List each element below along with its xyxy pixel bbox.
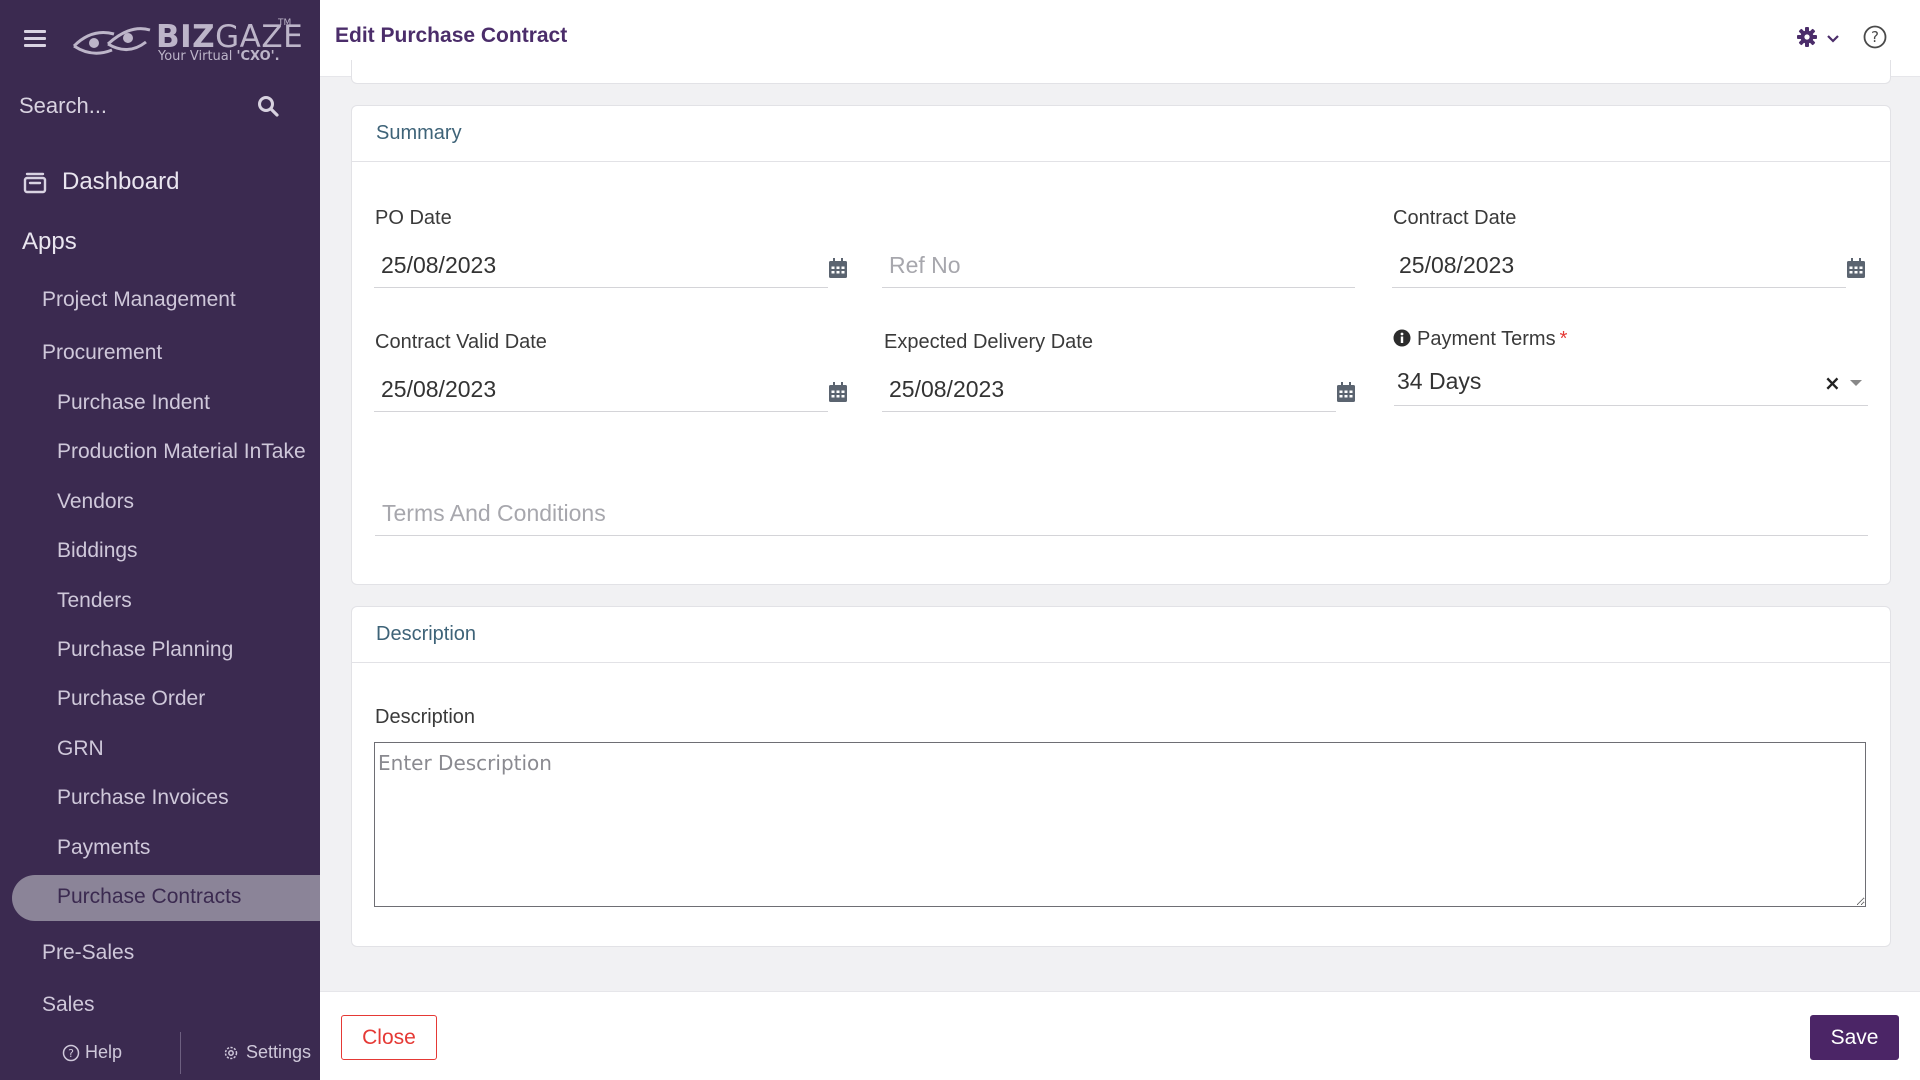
po-date-label: PO Date xyxy=(375,207,452,229)
contract-valid-date-input[interactable] xyxy=(374,368,828,412)
nav-biddings[interactable]: Biddings xyxy=(57,539,138,563)
sidebar-help-label: Help xyxy=(85,1042,123,1062)
nav-dashboard-label: Dashboard xyxy=(62,168,180,195)
po-date-input[interactable] xyxy=(374,244,828,288)
description-section-title: Description xyxy=(376,623,477,645)
summary-section-title: Summary xyxy=(376,122,462,144)
payment-terms-label-text: Payment Terms xyxy=(1417,328,1556,350)
summary-section-header: Summary xyxy=(352,106,1890,162)
nav-tenders[interactable]: Tenders xyxy=(57,589,132,613)
ref-no-input[interactable] xyxy=(882,244,1355,288)
sidebar-settings-link[interactable]: Settings xyxy=(222,1042,311,1063)
required-asterisk: * xyxy=(1559,328,1568,350)
sidebar-help-link[interactable]: ? Help xyxy=(62,1042,122,1063)
description-label: Description xyxy=(375,706,476,728)
nav-purchase-planning[interactable]: Purchase Planning xyxy=(57,638,233,662)
sidebar-footer-divider xyxy=(180,1032,181,1074)
main-content: Edit Purchase Contract ? Summary PO Date… xyxy=(320,0,1920,1080)
description-textarea[interactable] xyxy=(374,742,1866,907)
page-title: Edit Purchase Contract xyxy=(335,24,568,47)
sidebar-settings-label: Settings xyxy=(246,1042,312,1062)
nav-dashboard[interactable]: Dashboard xyxy=(22,164,179,200)
logo-trademark: TM xyxy=(278,18,292,28)
contract-date-input[interactable] xyxy=(1392,244,1846,288)
nav-vendors[interactable]: Vendors xyxy=(57,490,134,514)
po-date-calendar-icon[interactable] xyxy=(828,257,848,279)
nav-purchase-indent[interactable]: Purchase Indent xyxy=(57,391,210,415)
help-icon[interactable]: ? xyxy=(1862,24,1888,50)
nav-payments[interactable]: Payments xyxy=(57,836,150,860)
description-section-header: Description xyxy=(352,607,1890,663)
menu-toggle-icon[interactable] xyxy=(24,30,46,48)
contract-valid-date-label: Contract Valid Date xyxy=(375,331,547,353)
nav-purchase-order[interactable]: Purchase Order xyxy=(57,687,205,711)
dashboard-icon xyxy=(23,172,47,194)
nav-grn[interactable]: GRN xyxy=(57,737,104,761)
info-icon[interactable] xyxy=(1393,329,1411,347)
dropdown-caret-icon[interactable] xyxy=(1850,380,1862,386)
nav-purchase-contracts[interactable]: Purchase Contracts xyxy=(57,885,241,909)
clear-selection-icon[interactable]: × xyxy=(1824,371,1841,395)
help-circle-icon: ? xyxy=(62,1044,80,1061)
contract-date-calendar-icon[interactable] xyxy=(1846,257,1866,279)
logo-eyes-icon xyxy=(72,27,151,55)
nav-purchase-invoices[interactable]: Purchase Invoices xyxy=(57,786,229,810)
gear-icon xyxy=(1797,27,1817,47)
form-footer: Close Save xyxy=(320,991,1920,1080)
svg-text:?: ? xyxy=(68,1047,74,1060)
search-icon[interactable] xyxy=(256,94,280,118)
expected-delivery-date-calendar-icon[interactable] xyxy=(1336,381,1356,403)
page-settings-button[interactable] xyxy=(1796,26,1842,52)
sidebar-search-input[interactable] xyxy=(19,86,249,126)
svg-text:?: ? xyxy=(1871,28,1879,46)
close-button[interactable]: Close xyxy=(341,1015,437,1060)
chevron-down-icon xyxy=(1827,35,1839,43)
contract-valid-date-calendar-icon[interactable] xyxy=(828,381,848,403)
sidebar-search xyxy=(19,86,284,126)
expected-delivery-date-label: Expected Delivery Date xyxy=(884,331,1093,353)
expected-delivery-date-input[interactable] xyxy=(882,368,1336,412)
brand-logo[interactable]: BIZGAZE TM Your Virtual 'CXO'. xyxy=(72,18,303,68)
nav-pre-sales[interactable]: Pre-Sales xyxy=(42,941,134,965)
payment-terms-label: Payment Terms * xyxy=(1393,328,1567,351)
sidebar-footer: ? Help Settings xyxy=(0,1026,320,1080)
terms-and-conditions-input[interactable] xyxy=(375,492,1868,536)
logo-tagline: Your Virtual 'CXO'. xyxy=(158,49,280,64)
nav-procurement[interactable]: Procurement xyxy=(42,341,162,365)
save-button[interactable]: Save xyxy=(1810,1015,1899,1060)
payment-terms-select[interactable]: 34 Days × xyxy=(1394,360,1868,406)
sidebar: BIZGAZE TM Your Virtual 'CXO'. Dashboard… xyxy=(0,0,320,1080)
previous-section-edge xyxy=(351,60,1891,84)
nav-sales[interactable]: Sales xyxy=(42,993,95,1017)
nav-apps-heading: Apps xyxy=(22,228,77,255)
nav-production-material-intake[interactable]: Production Material InTake xyxy=(57,440,306,464)
contract-date-label: Contract Date xyxy=(1393,207,1517,229)
nav-project-management[interactable]: Project Management xyxy=(42,288,236,312)
payment-terms-value: 34 Days xyxy=(1397,368,1482,394)
settings-gear-icon xyxy=(224,1046,238,1059)
